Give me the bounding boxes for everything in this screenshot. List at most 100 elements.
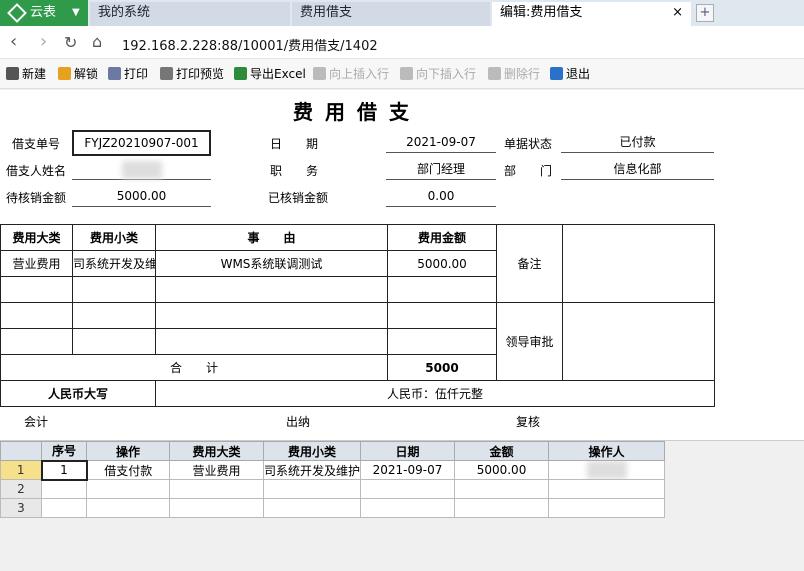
borrower-field[interactable] (72, 158, 211, 180)
unlock-button[interactable]: 解锁 (58, 66, 98, 82)
print-preview-icon (160, 67, 173, 80)
url-text[interactable]: 192.168.2.228:88/10001/费用借支/1402 (122, 35, 378, 54)
grid-cell[interactable] (86, 498, 170, 518)
cell-subcategory[interactable] (72, 328, 156, 355)
cell-subcategory[interactable] (72, 302, 156, 329)
exit-label: 退出 (566, 67, 591, 81)
grid-cell-action[interactable]: 借支付款 (86, 460, 170, 480)
grid-cell-date[interactable]: 2021-09-07 (360, 460, 456, 480)
unlock-icon (58, 67, 71, 80)
print-button[interactable]: 打印 (108, 66, 148, 82)
tab-my-system[interactable]: 我的系统 (90, 2, 290, 26)
grid-cell[interactable] (454, 479, 550, 499)
corner-cell[interactable] (0, 441, 42, 461)
export-excel-button[interactable]: 导出Excel (234, 66, 306, 82)
verified-amount-label: 已核销金额 (268, 191, 329, 205)
cell-category[interactable]: 营业费用 (0, 250, 73, 277)
home-icon[interactable]: ⌂ (92, 32, 102, 51)
grid-header-operator[interactable]: 操作人 (548, 441, 666, 461)
grid-header-category[interactable]: 费用大类 (169, 441, 264, 461)
cell-category[interactable] (0, 328, 73, 355)
delete-row-icon (488, 67, 501, 80)
grid-cell-category[interactable]: 营业费用 (169, 460, 264, 480)
doc-no-field[interactable]: FYJZ20210907-001 (72, 130, 211, 156)
header-subcategory: 费用小类 (72, 224, 156, 251)
position-field[interactable]: 部门经理 (386, 158, 496, 180)
exit-button[interactable]: 退出 (550, 66, 590, 82)
new-button[interactable]: 新建 (6, 66, 46, 82)
remark-field[interactable] (562, 224, 715, 303)
row-number[interactable]: 3 (0, 498, 42, 518)
insert-below-label: 向下插入行 (416, 67, 477, 81)
cell-reason[interactable] (155, 276, 388, 303)
refresh-icon[interactable]: ↻ (64, 33, 77, 52)
grid-cell[interactable] (169, 498, 264, 518)
grid-header-subcategory[interactable]: 费用小类 (262, 441, 362, 461)
approval-field[interactable] (562, 302, 715, 381)
dept-field[interactable]: 信息化部 (561, 158, 714, 180)
unlock-label: 解锁 (74, 67, 99, 81)
cell-reason[interactable] (155, 302, 388, 329)
grid-cell[interactable] (262, 479, 362, 499)
grid-cell-operator[interactable] (548, 460, 666, 480)
grid-cell[interactable] (548, 479, 666, 499)
row-number[interactable]: 2 (0, 479, 42, 499)
add-tab-button[interactable]: + (696, 4, 714, 22)
grid-header-action[interactable]: 操作 (86, 441, 170, 461)
cell-subcategory[interactable] (72, 276, 156, 303)
cell-amount[interactable] (387, 328, 497, 355)
grid-cell[interactable] (262, 498, 362, 518)
total-value: 5000 (387, 354, 497, 381)
close-tab-icon[interactable]: × (672, 2, 683, 24)
grid-cell-seq[interactable]: 1 (40, 459, 88, 481)
print-preview-button[interactable]: 打印预览 (160, 66, 224, 82)
grid-cell[interactable] (169, 479, 264, 499)
pending-amount-label: 待核销金额 (6, 191, 67, 205)
cell-category[interactable] (0, 302, 73, 329)
grid-cell-subcategory[interactable]: 司系统开发及维护 (262, 460, 362, 480)
rmb-label: 人民币大写 (0, 380, 156, 407)
chevron-down-icon[interactable]: ▼ (72, 0, 80, 26)
grid-cell[interactable] (41, 498, 87, 518)
grid-header-seq[interactable]: 序号 (41, 441, 87, 461)
grid-header-amount[interactable]: 金额 (454, 441, 550, 461)
new-label: 新建 (22, 67, 47, 81)
borrower-label: 借支人姓名 (6, 164, 67, 178)
insert-above-button[interactable]: 向上插入行 (313, 66, 389, 82)
grid-cell[interactable] (360, 479, 456, 499)
delete-row-button[interactable]: 删除行 (488, 66, 540, 82)
cell-amount[interactable]: 5000.00 (387, 250, 497, 277)
operation-log-table: 序号 操作 费用大类 费用小类 日期 金额 操作人 1 1 借支付款 营业费用 … (0, 441, 666, 518)
row-number[interactable]: 1 (0, 460, 42, 480)
tab-home[interactable]: 云表 ▼ (0, 0, 88, 26)
total-label: 合 计 (0, 354, 388, 381)
grid-cell-amount[interactable]: 5000.00 (454, 460, 550, 480)
grid-cell[interactable] (548, 498, 666, 518)
date-label: 日 期 (270, 137, 319, 151)
expense-detail-table: 费用大类 费用小类 事 由 费用金额 备注 营业费用 司系统开发及维 WMS系统… (0, 224, 715, 407)
forward-icon[interactable]: › (40, 31, 47, 52)
header-reason: 事 由 (155, 224, 388, 251)
dept-label: 部 门 (504, 164, 553, 178)
new-icon (6, 67, 19, 80)
cell-amount[interactable] (387, 302, 497, 329)
accounting-label: 会计 (24, 415, 49, 429)
date-field[interactable]: 2021-09-07 (386, 131, 496, 153)
cell-amount[interactable] (387, 276, 497, 303)
tab-expense-loan[interactable]: 费用借支 (292, 2, 490, 26)
grid-header-date[interactable]: 日期 (360, 441, 456, 461)
grid-cell[interactable] (454, 498, 550, 518)
insert-below-button[interactable]: 向下插入行 (400, 66, 476, 82)
export-excel-label: 导出Excel (250, 67, 306, 81)
tab-edit-expense-loan[interactable]: 编辑:费用借支 × (492, 2, 691, 26)
back-icon[interactable]: ‹ (10, 31, 17, 52)
cell-category[interactable] (0, 276, 73, 303)
grid-cell[interactable] (86, 479, 170, 499)
operation-log-grid: 序号 操作 费用大类 费用小类 日期 金额 操作人 1 1 借支付款 营业费用 … (0, 440, 804, 571)
grid-cell[interactable] (360, 498, 456, 518)
cell-reason[interactable]: WMS系统联调测试 (155, 250, 388, 277)
grid-cell[interactable] (41, 479, 87, 499)
cell-reason[interactable] (155, 328, 388, 355)
cell-subcategory[interactable]: 司系统开发及维 (72, 250, 156, 277)
insert-above-label: 向上插入行 (329, 67, 390, 81)
